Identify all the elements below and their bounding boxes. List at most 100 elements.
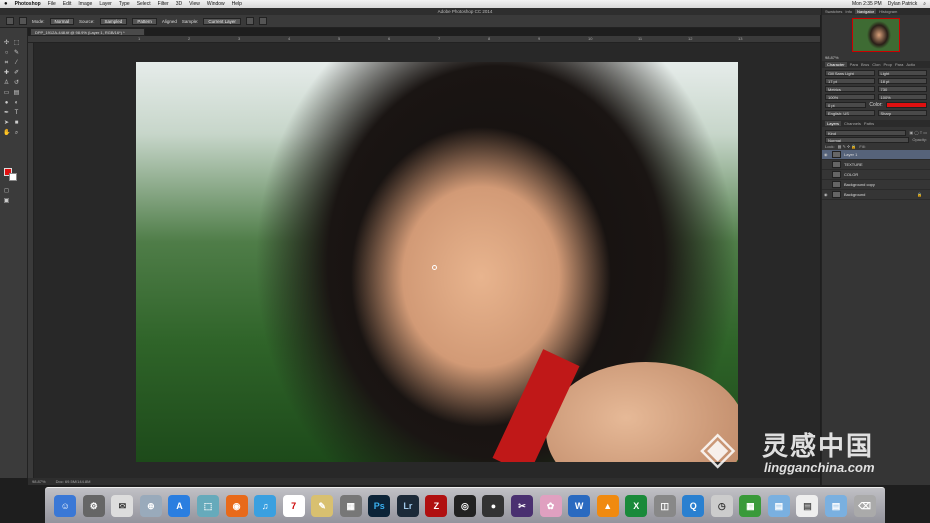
quick-mask-icon[interactable]: ◻ <box>3 188 10 195</box>
healing-tool-icon[interactable]: ✚ <box>3 70 10 77</box>
tab-navigator[interactable]: Navigator <box>855 9 877 14</box>
eye-icon[interactable]: ◉ <box>824 152 828 157</box>
tab-layers[interactable]: Layers <box>825 121 842 126</box>
notes-icon[interactable]: ✎ <box>311 494 334 517</box>
downloads-folder-icon[interactable]: ▤ <box>767 494 790 517</box>
font-style-select[interactable]: Light <box>877 70 927 76</box>
safari-icon[interactable]: ⊕ <box>139 494 162 517</box>
leading-field[interactable]: 18 pt <box>877 78 927 84</box>
menu-3d[interactable]: 3D <box>176 1 182 7</box>
shape-tool-icon[interactable]: ■ <box>13 120 20 127</box>
baseline-shift-field[interactable]: 0 pt <box>825 102 867 108</box>
tab-brush[interactable]: Brus <box>861 62 869 67</box>
lightroom-icon[interactable]: Lr <box>396 494 419 517</box>
team-icon[interactable]: ✿ <box>539 494 562 517</box>
mail-icon[interactable]: ✉ <box>111 494 134 517</box>
lock-icons[interactable]: ▩ ✎ ✣ 🔒 <box>838 144 857 149</box>
final-cut-icon[interactable]: ✂ <box>511 494 534 517</box>
eraser-tool-icon[interactable]: ▭ <box>3 90 10 97</box>
type-tool-icon[interactable]: T <box>13 110 20 117</box>
camranger-icon[interactable]: ◎ <box>453 494 476 517</box>
antialias-select[interactable]: Sharp <box>877 110 927 116</box>
folder-icon[interactable]: ▤ <box>825 494 848 517</box>
pressure-icon[interactable] <box>258 17 267 25</box>
screen-mode-icon[interactable]: ▣ <box>3 198 10 205</box>
menu-app-name[interactable]: Photoshop <box>15 1 41 7</box>
capture-one-icon[interactable]: ● <box>482 494 505 517</box>
launchpad-icon[interactable]: ⚙ <box>82 494 105 517</box>
eyedropper-tool-icon[interactable]: ⁄ <box>13 60 20 67</box>
gradient-tool-icon[interactable]: ▤ <box>13 90 20 97</box>
filezilla-icon[interactable]: Z <box>425 494 448 517</box>
brush-preset-icon[interactable] <box>19 17 27 25</box>
aligned-checkbox[interactable]: Aligned <box>162 19 177 24</box>
clone-stamp-preset-icon[interactable] <box>6 17 14 25</box>
history-brush-tool-icon[interactable]: ↺ <box>13 80 20 87</box>
menu-select[interactable]: Select <box>137 1 151 7</box>
tab-paragraph-styles[interactable]: Para <box>895 62 903 67</box>
spaces-icon[interactable]: ▦ <box>739 494 762 517</box>
photoshop-icon[interactable]: Ps <box>368 494 391 517</box>
tab-paths[interactable]: Paths <box>864 121 874 126</box>
mode-select[interactable]: Normal <box>49 17 75 25</box>
menu-window[interactable]: Window <box>207 1 225 7</box>
tab-character[interactable]: Character <box>825 62 847 67</box>
app-store-icon[interactable]: A <box>168 494 191 517</box>
lasso-tool-icon[interactable]: ○ <box>3 50 10 57</box>
tab-actions[interactable]: Actio <box>906 62 915 67</box>
dodge-tool-icon[interactable]: ◐ <box>13 100 20 107</box>
eye-icon[interactable]: ◉ <box>824 192 828 197</box>
layer-row[interactable]: Background copy <box>822 180 930 190</box>
menu-file[interactable]: File <box>48 1 56 7</box>
menu-image[interactable]: Image <box>78 1 92 7</box>
filter-icons[interactable]: ▣ ◯ T ▭ <box>909 130 927 135</box>
tab-clone-source[interactable]: Clon <box>872 62 880 67</box>
menu-filter[interactable]: Filter <box>158 1 169 7</box>
menu-type[interactable]: Type <box>119 1 130 7</box>
hand-tool-icon[interactable]: ✋ <box>3 130 10 137</box>
time-machine-icon[interactable]: ◷ <box>710 494 733 517</box>
portrait-photo[interactable] <box>136 62 738 462</box>
vertical-scale-field[interactable]: 100% <box>825 94 875 100</box>
menu-view[interactable]: View <box>189 1 200 7</box>
tab-info[interactable]: Info <box>845 9 852 14</box>
horizontal-ruler[interactable]: 1 2 3 4 5 6 7 8 9 10 11 12 13 <box>28 36 820 43</box>
trash-icon[interactable]: ⌫ <box>853 494 876 517</box>
clock[interactable]: Mon 2:35 PM <box>852 1 882 7</box>
background-color-swatch[interactable] <box>9 173 17 181</box>
blur-tool-icon[interactable]: ● <box>3 100 10 107</box>
language-select[interactable]: English: US <box>825 110 875 116</box>
quicktime-icon[interactable]: Q <box>682 494 705 517</box>
itunes-icon[interactable]: ♫ <box>254 494 277 517</box>
screenshot-icon[interactable]: ◫ <box>653 494 676 517</box>
layer-row[interactable]: ◉ Background 🔒 <box>822 190 930 200</box>
firefox-icon[interactable]: ◉ <box>225 494 248 517</box>
layer-row[interactable]: TEXTURE <box>822 160 930 170</box>
user-name[interactable]: Dylan Patrick <box>888 1 917 7</box>
menu-layer[interactable]: Layer <box>99 1 112 7</box>
pen-tool-icon[interactable]: ✒ <box>3 110 10 117</box>
kerning-field[interactable]: Metrics <box>825 86 875 92</box>
text-color-swatch[interactable] <box>885 102 927 108</box>
quick-select-tool-icon[interactable]: ✎ <box>13 50 20 57</box>
brush-tool-icon[interactable]: ✐ <box>13 70 20 77</box>
layer-row[interactable]: COLOR <box>822 170 930 180</box>
crop-tool-icon[interactable]: ⌗ <box>3 60 10 67</box>
navigator-thumbnail[interactable] <box>852 18 900 52</box>
tab-swatches[interactable]: Swatches <box>825 9 842 14</box>
horizontal-scale-field[interactable]: 100% <box>877 94 927 100</box>
marquee-tool-icon[interactable]: ⬚ <box>13 40 20 47</box>
layer-row[interactable]: ◉ Layer 1 <box>822 150 930 160</box>
vlc-icon[interactable]: ▲ <box>596 494 619 517</box>
blend-mode-select[interactable]: Normal <box>825 136 910 143</box>
canvas-area[interactable] <box>34 43 820 478</box>
tab-channels[interactable]: Channels <box>844 121 861 126</box>
status-zoom[interactable]: 98.87% <box>32 478 46 485</box>
source-sampled[interactable]: Sampled <box>99 17 128 25</box>
path-select-tool-icon[interactable]: ➤ <box>3 120 10 127</box>
tab-paragraph[interactable]: Para <box>850 62 858 67</box>
photo-booth-icon[interactable]: ▦ <box>339 494 362 517</box>
word-icon[interactable]: W <box>568 494 591 517</box>
menu-edit[interactable]: Edit <box>63 1 72 7</box>
document-tab[interactable]: DPP_1912A-448.tif @ 98.9% (Layer 1, RGB/… <box>30 28 145 36</box>
